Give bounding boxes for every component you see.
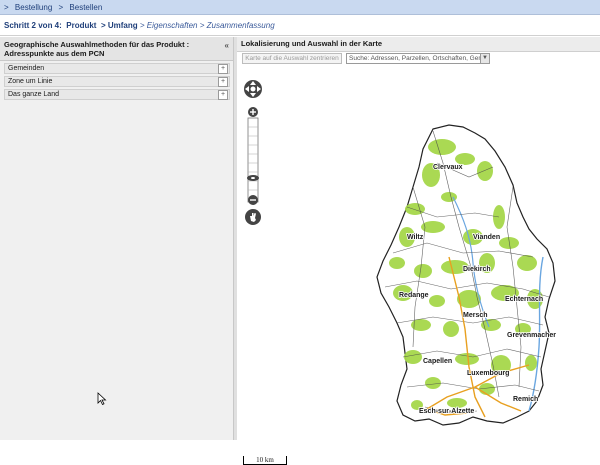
step-zusammenfassung: Zusammenfassung (206, 21, 275, 30)
luxembourg-map[interactable]: Clervaux Wiltz Vianden Diekirch Redange … (237, 67, 600, 440)
mouse-cursor-icon (97, 392, 107, 406)
search-text: Suche: Adressen, Parzellen, Ortschaften,… (349, 55, 484, 62)
step-produkt[interactable]: Produkt (66, 21, 96, 30)
map-panel: Lokalisierung und Auswahl in der Karte K… (237, 37, 600, 465)
expand-plus-icon[interactable]: + (218, 64, 228, 74)
town-label: Vianden (473, 234, 500, 241)
town-label: Remich (513, 396, 538, 403)
collapse-panel-icon[interactable]: « (225, 41, 229, 50)
town-label: Capellen (423, 358, 452, 365)
hand-tool-icon[interactable] (245, 209, 261, 225)
map-panel-title: Lokalisierung und Auswahl in der Karte (237, 37, 600, 52)
expand-plus-icon[interactable]: + (218, 90, 228, 100)
breadcrumb: > Bestellung > Bestellen (0, 0, 600, 15)
town-label: Grevenmacher (507, 332, 556, 339)
breadcrumb-link-bestellen[interactable]: Bestellen (69, 3, 102, 12)
zoom-in-icon[interactable] (248, 107, 258, 117)
selection-methods-panel: Geographische Auswahlmethoden für das Pr… (0, 37, 234, 440)
town-label: Mersch (463, 312, 488, 319)
accordion-label: Zone um Linie (8, 78, 53, 85)
chevron-down-icon[interactable]: ▼ (480, 54, 489, 63)
accordion-das-ganze-land[interactable]: Das ganze Land + (4, 89, 230, 100)
panel-title-text: Geographische Auswahlmethoden für das Pr… (4, 40, 190, 58)
breadcrumb-link-bestellung[interactable]: Bestellung (15, 3, 52, 12)
town-label: Wiltz (407, 234, 424, 241)
map-scale-bar: 10 km (243, 456, 287, 465)
zoom-slider-track[interactable] (247, 117, 259, 203)
zoom-out-icon[interactable] (248, 195, 258, 205)
town-label: Esch-sur-Alzette (419, 408, 474, 415)
center-on-selection-button[interactable]: Karte auf die Auswahl zentrieren (242, 53, 342, 64)
accordion-label: Gemeinden (8, 65, 45, 72)
step-eigenschaften: Eigenschaften (146, 21, 198, 30)
breadcrumb-separator: > (58, 3, 64, 12)
wizard-steps: Schritt 2 von 4: Produkt > Umfang > Eige… (0, 15, 600, 36)
map-canvas[interactable]: Clervaux Wiltz Vianden Diekirch Redange … (237, 67, 600, 465)
step-separator: > (100, 21, 106, 30)
selection-methods-title: Geographische Auswahlmethoden für das Pr… (0, 37, 233, 61)
town-label: Redange (399, 292, 429, 299)
step-separator: > (139, 21, 145, 30)
accordion-gemeinden[interactable]: Gemeinden + (4, 63, 230, 74)
zoom-slider-handle[interactable] (247, 175, 259, 181)
accordion-zone-um-linie[interactable]: Zone um Linie + (4, 76, 230, 87)
pan-control-icon[interactable] (244, 80, 262, 98)
town-label: Luxembourg (467, 370, 509, 377)
town-label: Diekirch (463, 266, 491, 273)
accordion-label: Das ganze Land (8, 91, 59, 98)
step-prefix: Schritt 2 von 4: (4, 21, 62, 30)
step-separator: > (199, 21, 205, 30)
expand-plus-icon[interactable]: + (218, 77, 228, 87)
town-label: Clervaux (433, 164, 463, 171)
breadcrumb-separator: > (4, 3, 9, 12)
step-umfang[interactable]: Umfang (108, 21, 138, 30)
country-boundary (376, 124, 556, 426)
location-search-combobox[interactable]: Suche: Adressen, Parzellen, Ortschaften,… (346, 53, 490, 64)
town-label: Echternach (505, 296, 543, 303)
